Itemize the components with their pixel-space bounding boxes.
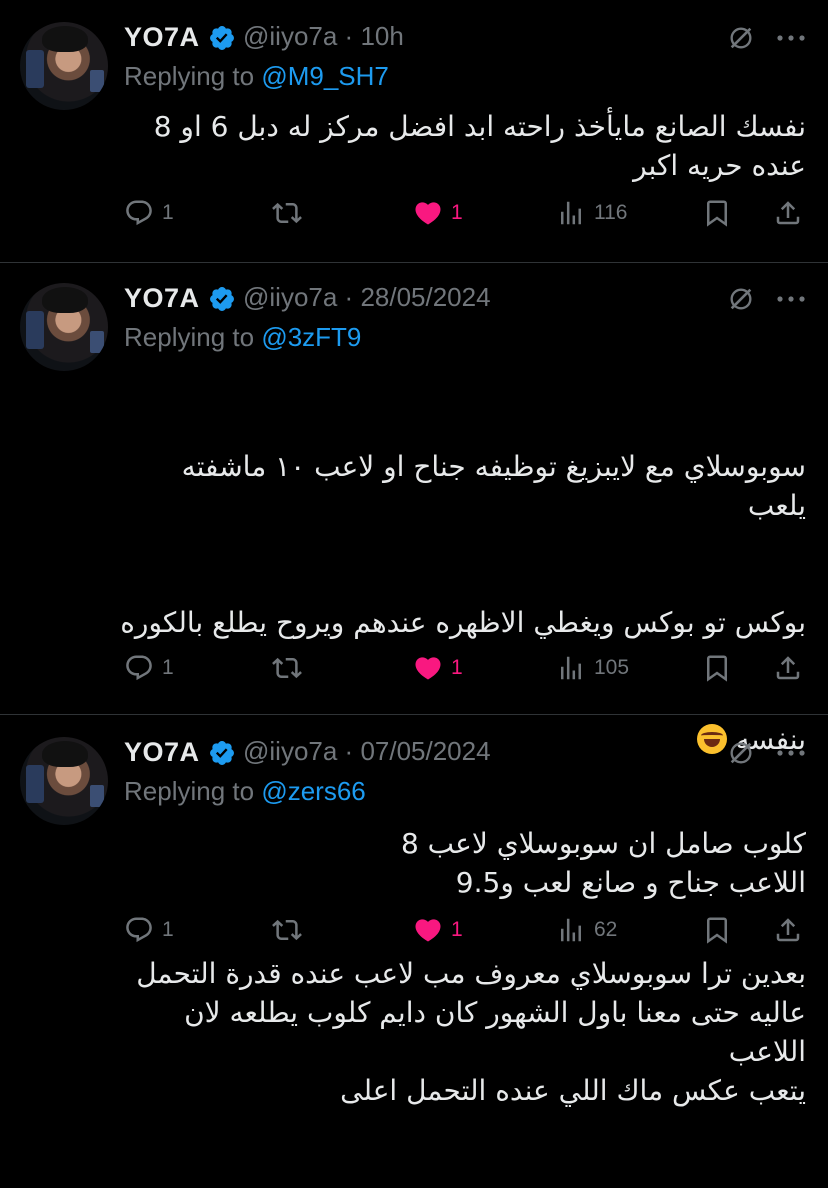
verified-badge-icon: [208, 24, 236, 52]
more-icon[interactable]: [776, 748, 806, 758]
mention-link[interactable]: @3zFT9: [261, 322, 361, 352]
tweet-text: كلوب صامل ان سوبوسلاي لاعب 8 اللاعب جناح…: [400, 827, 806, 899]
reply-icon: [124, 915, 154, 945]
heart-icon: [413, 915, 443, 945]
views-icon: [556, 653, 586, 683]
reply-count: 1: [162, 656, 174, 679]
share-button[interactable]: [773, 915, 803, 945]
views-icon: [556, 915, 586, 945]
tweet-meta: @iiyo7a · 10h: [243, 21, 404, 52]
replying-to: Replying to @M9_SH7: [124, 61, 389, 91]
retweet-button[interactable]: [272, 915, 302, 945]
retweet-icon: [272, 915, 302, 945]
bookmark-button[interactable]: [702, 915, 732, 945]
views-icon: [556, 198, 586, 228]
timestamp[interactable]: 10h: [360, 21, 403, 51]
share-button[interactable]: [773, 198, 803, 228]
views-button[interactable]: 62: [556, 915, 617, 945]
grok-icon[interactable]: [727, 285, 755, 313]
handle[interactable]: @iiyo7a: [243, 736, 337, 766]
reply-icon: [124, 653, 154, 683]
views-count: 116: [594, 201, 628, 224]
heart-icon: [413, 653, 443, 683]
more-icon[interactable]: [776, 33, 806, 43]
display-name[interactable]: YO7A: [124, 22, 200, 53]
more-icon[interactable]: [776, 294, 806, 304]
like-count: 1: [451, 656, 463, 679]
tweet[interactable]: YO7A @iiyo7a · 10h Replying to @M9_SH7 ن…: [0, 0, 828, 262]
share-icon: [773, 915, 803, 945]
display-name[interactable]: YO7A: [124, 737, 200, 768]
dot-separator: ·: [337, 736, 361, 766]
bookmark-icon: [702, 198, 732, 228]
retweet-button[interactable]: [272, 198, 302, 228]
like-button[interactable]: 1: [413, 915, 463, 945]
like-count: 1: [451, 201, 463, 224]
replying-to: Replying to @zers66: [124, 776, 366, 806]
reply-button[interactable]: 1: [124, 915, 174, 945]
share-icon: [773, 653, 803, 683]
bookmark-icon: [702, 915, 732, 945]
tweet-meta: @iiyo7a · 07/05/2024: [243, 736, 491, 767]
reply-count: 1: [162, 201, 174, 224]
tweet-text: نفسك الصانع مايأخذ راحته ابد افضل مركز ل…: [153, 110, 806, 182]
retweet-icon: [272, 198, 302, 228]
tweet[interactable]: YO7A @iiyo7a · 28/05/2024 Replying to @3…: [0, 263, 828, 1107]
verified-badge-icon: [208, 739, 236, 767]
tweet-text-line: بوكس تو بوكس ويغطي الاظهره عندهم ويروح ي…: [120, 606, 806, 639]
avatar[interactable]: [20, 22, 108, 110]
reply-count: 1: [162, 918, 174, 941]
bookmark-button[interactable]: [702, 653, 732, 683]
share-icon: [773, 198, 803, 228]
heart-icon: [413, 198, 443, 228]
bookmark-icon: [702, 653, 732, 683]
avatar[interactable]: [20, 737, 108, 825]
timestamp[interactable]: 28/05/2024: [360, 282, 490, 312]
display-name[interactable]: YO7A: [124, 283, 200, 314]
dot-separator: ·: [337, 282, 361, 312]
tweet-meta: @iiyo7a · 28/05/2024: [243, 282, 491, 313]
avatar[interactable]: [20, 283, 108, 371]
tweet-text-line: سوبوسلاي مع لايبزيغ توظيفه جناح او لاعب …: [172, 450, 806, 522]
handle[interactable]: @iiyo7a: [243, 21, 337, 51]
mention-link[interactable]: @zers66: [261, 776, 365, 806]
bookmark-button[interactable]: [702, 198, 732, 228]
like-count: 1: [451, 918, 463, 941]
like-button[interactable]: 1: [413, 198, 463, 228]
views-count: 62: [594, 918, 618, 941]
verified-badge-icon: [208, 285, 236, 313]
reply-button[interactable]: 1: [124, 653, 174, 683]
handle[interactable]: @iiyo7a: [243, 282, 337, 312]
timestamp[interactable]: 07/05/2024: [360, 736, 490, 766]
reply-button[interactable]: 1: [124, 198, 174, 228]
like-button[interactable]: 1: [413, 653, 463, 683]
share-button[interactable]: [773, 653, 803, 683]
retweet-icon: [272, 653, 302, 683]
grok-icon[interactable]: [727, 24, 755, 52]
reply-icon: [124, 198, 154, 228]
views-button[interactable]: 116: [556, 198, 627, 228]
tweet[interactable]: YO7A @iiyo7a · 07/05/2024 Replying to @z…: [0, 715, 828, 977]
views-count: 105: [594, 656, 630, 679]
mention-link[interactable]: @M9_SH7: [261, 61, 389, 91]
retweet-button[interactable]: [272, 653, 302, 683]
views-button[interactable]: 105: [556, 653, 629, 683]
tweet-text-paragraph: بعدين ترا سوبوسلاي معروف مب لاعب عنده قد…: [136, 957, 806, 1107]
dot-separator: ·: [337, 21, 361, 51]
grok-icon[interactable]: [727, 739, 755, 767]
replying-to: Replying to @3zFT9: [124, 322, 362, 352]
